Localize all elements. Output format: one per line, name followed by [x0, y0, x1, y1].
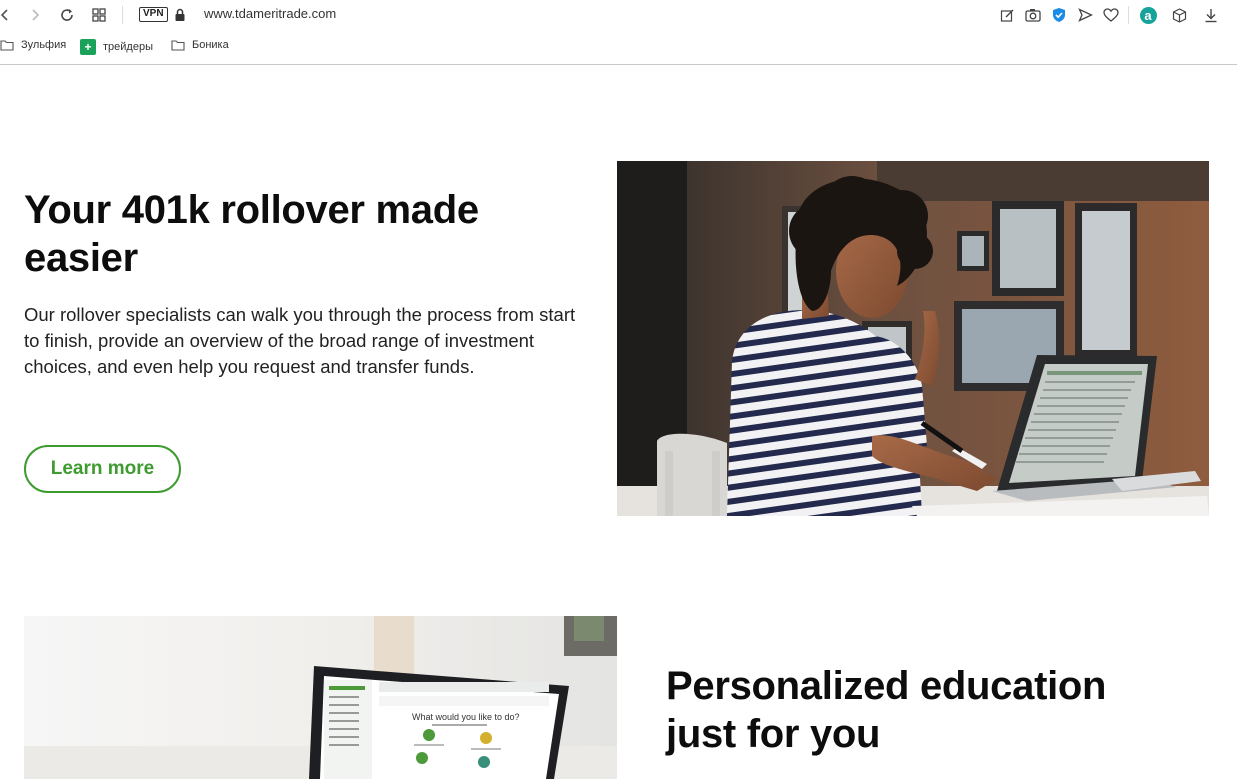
- bookmark-label: Боника: [192, 39, 229, 51]
- section-title-education: Personalized education just for you: [666, 664, 1107, 756]
- heart-icon[interactable]: [1100, 4, 1122, 26]
- chrome-divider: [0, 64, 1237, 65]
- toolbar-divider: [1128, 6, 1129, 24]
- extension-a-badge: a: [1139, 6, 1157, 24]
- shield-check-icon[interactable]: [1048, 4, 1070, 26]
- cube-icon[interactable]: [1168, 4, 1190, 26]
- back-icon[interactable]: [0, 4, 16, 26]
- folder-icon: [171, 40, 185, 51]
- folder-icon: [0, 40, 14, 51]
- browser-toolbar: VPN www.tdameritrade.com a: [0, 0, 1237, 30]
- screen-heading: What would you like to do?: [412, 712, 520, 722]
- vpn-badge[interactable]: VPN: [139, 7, 168, 22]
- bookmark-label: трейдеры: [103, 41, 153, 53]
- hero-title: Your 401k rollover made easier: [24, 188, 479, 280]
- toolbar-divider: [122, 6, 123, 24]
- tabs-grid-icon[interactable]: [88, 4, 110, 26]
- reload-icon[interactable]: [56, 4, 78, 26]
- edit-icon[interactable]: [996, 4, 1018, 26]
- address-bar[interactable]: www.tdameritrade.com: [204, 6, 336, 21]
- camera-icon[interactable]: [1022, 4, 1044, 26]
- hero-photo-woman-laptop: [617, 161, 1209, 516]
- bookmark-zulfiya[interactable]: Зульфия: [0, 39, 66, 51]
- hero-description: Our rollover specialists can walk you th…: [24, 304, 576, 377]
- learn-more-button[interactable]: Learn more: [24, 445, 181, 493]
- forward-icon[interactable]: [24, 4, 46, 26]
- download-icon[interactable]: [1200, 4, 1222, 26]
- bookmark-traders[interactable]: + трейдеры: [80, 39, 153, 55]
- extension-a-icon[interactable]: a: [1137, 4, 1159, 26]
- bookmark-bonika[interactable]: Боника: [171, 39, 229, 51]
- bookmarks-bar: Зульфия + трейдеры Боника: [0, 36, 1237, 58]
- education-photo-laptop: What would you like to do?: [24, 616, 617, 779]
- bookmark-label: Зульфия: [21, 39, 67, 51]
- green-plus-icon: +: [80, 39, 96, 55]
- lock-icon[interactable]: [169, 4, 191, 26]
- send-icon[interactable]: [1074, 4, 1096, 26]
